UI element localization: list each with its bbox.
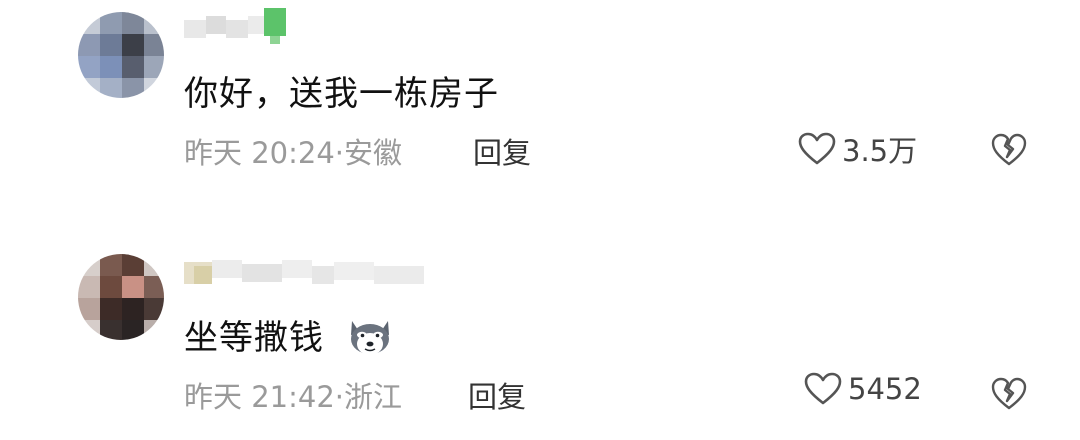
reply-button[interactable]: 回复 bbox=[473, 130, 531, 172]
heart-outline-icon bbox=[804, 372, 842, 405]
username-blurred[interactable] bbox=[184, 248, 434, 284]
dislike-button[interactable] bbox=[991, 132, 1027, 168]
dislike-button[interactable] bbox=[991, 376, 1027, 412]
like-count: 5452 bbox=[848, 372, 922, 406]
username-blurred[interactable] bbox=[184, 8, 304, 44]
comment-location: 浙江 bbox=[344, 380, 403, 414]
avatar[interactable] bbox=[78, 12, 164, 98]
husky-dog-emoji bbox=[350, 320, 389, 355]
comment-time: 昨天 21:42 bbox=[184, 380, 335, 414]
comment-text: 你好，送我一栋房子 bbox=[184, 74, 499, 114]
level-badge-icon bbox=[264, 8, 286, 36]
like-count: 3.5万 bbox=[842, 134, 918, 168]
comment-meta: 昨天 21:42·浙江 bbox=[184, 374, 402, 416]
broken-heart-icon bbox=[991, 377, 1027, 410]
separator-dot: · bbox=[334, 136, 345, 170]
heart-outline-icon bbox=[798, 132, 836, 165]
reply-button[interactable]: 回复 bbox=[468, 374, 526, 416]
comment-location: 安徽 bbox=[344, 136, 403, 170]
comment-item: 坐等撒钱 昨天 21:42·浙江 回复 5452 bbox=[0, 240, 1080, 440]
avatar[interactable] bbox=[78, 254, 164, 340]
like-button[interactable]: 3.5万 bbox=[798, 128, 917, 170]
comment-text: 坐等撒钱 bbox=[184, 310, 392, 360]
comment-time: 昨天 20:24 bbox=[184, 136, 335, 170]
like-button[interactable]: 5452 bbox=[804, 372, 922, 406]
comment-meta: 昨天 20:24·安徽 bbox=[184, 130, 402, 172]
comment-text-content: 坐等撒钱 bbox=[184, 318, 324, 358]
comment-item: 你好，送我一栋房子 昨天 20:24·安徽 回复 3.5万 bbox=[0, 0, 1080, 200]
separator-dot: · bbox=[334, 380, 345, 414]
broken-heart-icon bbox=[991, 133, 1027, 166]
